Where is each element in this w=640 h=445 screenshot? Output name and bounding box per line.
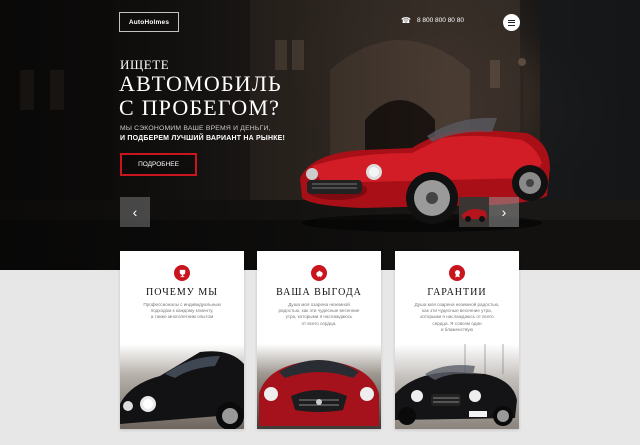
feature-card-your-benefit[interactable]: ВАША ВЫГОДА Душа моя озарена неземной ра… (257, 251, 381, 429)
hero-banner: AutoHolmes ☎ 8 800 800 80 80 ИЩЕТЕ АВТОМ… (0, 0, 640, 270)
hamburger-line (508, 22, 515, 23)
slider-thumbnail[interactable] (459, 197, 489, 227)
feature-card-guarantees[interactable]: ГАРАНТИИ Душа моя озарена неземной радос… (395, 251, 519, 429)
feature-card-why-us[interactable]: ПОЧЕМУ МЫ Профессионалы с индивидуальным… (120, 251, 244, 429)
slider-next-button[interactable]: › (489, 197, 519, 227)
header-phone[interactable]: ☎ 8 800 800 80 80 (401, 16, 464, 25)
card-text-line: от всего сердца. (301, 320, 337, 326)
phone-number[interactable]: 8 800 800 80 80 (417, 17, 464, 24)
menu-button[interactable] (503, 14, 520, 31)
hero-subtitle-line2: И ПОДБЕРЕМ ЛУЧШИЙ ВАРИАНТ НА РЫНКЕ! (120, 135, 286, 142)
card-car-image (257, 344, 381, 429)
medal-icon (449, 265, 465, 281)
card-text-line: и блаженствую (440, 326, 474, 332)
card-title: ПОЧЕМУ МЫ (146, 287, 218, 298)
trophy-icon (174, 265, 190, 281)
thumbnail-car-image (459, 197, 489, 227)
card-car-image (395, 344, 519, 429)
more-button[interactable]: ПОДРОБНЕЕ (120, 153, 197, 176)
card-car-image (120, 344, 244, 429)
card-text-line: а также многолетним опытом (150, 314, 214, 320)
hero-title-line1: АВТОМОБИЛЬ (119, 71, 282, 96)
phone-icon: ☎ (401, 16, 411, 25)
card-title: ВАША ВЫГОДА (276, 287, 362, 298)
chevron-right-icon: › (501, 204, 507, 220)
card-text: Душа моя озарена неземной радостью, как … (407, 302, 507, 333)
card-text: Душа моя озарена неземной радостью, как … (269, 302, 369, 327)
piggy-bank-icon (311, 265, 327, 281)
hero-subtitle-line1: МЫ СЭКОНОМИМ ВАШЕ ВРЕМЯ И ДЕНЬГИ, (120, 125, 271, 132)
logo[interactable]: AutoHolmes (119, 12, 179, 32)
hamburger-line (508, 24, 515, 26)
chevron-left-icon: ‹ (132, 204, 138, 220)
slider-prev-button[interactable]: ‹ (120, 197, 150, 227)
hamburger-icon (508, 19, 515, 21)
card-text-line: которыми я наслаждаюсь от всего (420, 314, 494, 320)
card-title: ГАРАНТИИ (427, 287, 487, 298)
hero-title-line2: С ПРОБЕГОМ? (119, 95, 281, 120)
card-text: Профессионалы с индивидуальным подходом … (132, 302, 232, 321)
